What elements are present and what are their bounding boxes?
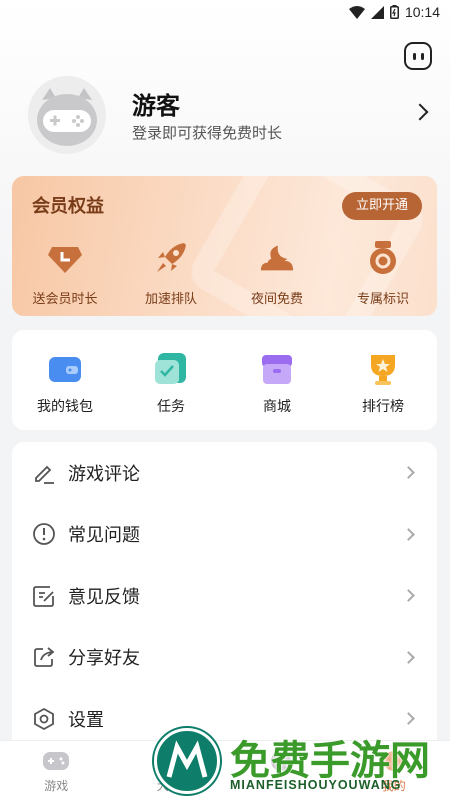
rocket-icon: [157, 243, 186, 272]
chevron-right-icon: [402, 712, 415, 725]
vip-item-label: 夜间免费: [250, 292, 303, 307]
gamepad-icon: [43, 752, 70, 770]
robot-avatar-icon: [37, 88, 97, 146]
battery-icon: [389, 5, 399, 19]
profile-name: 游客: [132, 92, 180, 120]
watermark-logo: [154, 728, 220, 794]
vip-item-speed-queue[interactable]: 加速排队: [118, 240, 224, 307]
medal-icon: [370, 241, 396, 274]
settings-menu: 游戏评论 常见问题 意见反馈 分享好友 设置: [12, 442, 437, 762]
status-time: 10:14: [404, 4, 440, 20]
menu-item-label: 意见反馈: [68, 586, 140, 608]
avatar[interactable]: [28, 76, 106, 154]
tool-label: 我的钱包: [37, 399, 93, 415]
vip-item-label: 送会员时长: [32, 292, 98, 307]
menu-item-game-review[interactable]: 游戏评论: [12, 442, 437, 504]
tool-label: 商城: [263, 399, 291, 415]
watermark: 免费手游网 MIANFEISHOUYOUWANG: [154, 728, 444, 800]
tool-label: 任务: [157, 399, 185, 415]
feedback-icon: [33, 585, 54, 607]
vip-item-label: 专属标识: [356, 292, 409, 307]
vip-open-button[interactable]: 立即开通: [342, 192, 422, 220]
tab-label: 游戏: [44, 779, 69, 793]
tool-leaderboard[interactable]: 排行榜: [330, 330, 436, 430]
watermark-subtext: MIANFEISHOUYOUWANG: [230, 778, 402, 792]
profile-subtitle: 登录即可获得免费时长: [132, 124, 283, 142]
chevron-right-icon[interactable]: [411, 103, 429, 121]
exclamation-icon: [33, 523, 55, 546]
share-icon: [34, 647, 55, 668]
menu-item-label: 游戏评论: [68, 463, 140, 485]
menu-item-label: 常见问题: [68, 525, 140, 547]
status-bar: 10:14: [0, 0, 450, 24]
menu-item-label: 设置: [68, 709, 104, 731]
chevron-right-icon: [402, 527, 415, 541]
vip-title: 会员权益: [32, 196, 104, 217]
tool-store[interactable]: 商城: [224, 330, 330, 430]
task-icon: [155, 353, 186, 384]
menu-item-share[interactable]: 分享好友: [12, 627, 437, 689]
clock-gift-icon: [48, 247, 82, 273]
trophy-icon: [371, 355, 395, 385]
vip-item-member-time[interactable]: 送会员时长: [12, 240, 118, 307]
pencil-icon: [35, 465, 54, 484]
menu-item-faq[interactable]: 常见问题: [12, 504, 437, 566]
store-icon: [262, 355, 292, 384]
wallet-icon: [49, 357, 81, 382]
message-icon[interactable]: [404, 42, 432, 70]
tool-task[interactable]: 任务: [118, 330, 224, 430]
vip-item-label: 加速排队: [144, 292, 197, 307]
vip-item-night-free[interactable]: 夜间免费: [224, 240, 330, 307]
vip-benefits-card: 会员权益 立即开通 送会员时长 加速排队 夜间免费 专属标识: [12, 176, 437, 316]
tool-label: 排行榜: [362, 399, 404, 415]
settings-icon: [34, 707, 54, 730]
chevron-right-icon: [402, 650, 415, 664]
menu-item-label: 分享好友: [68, 648, 140, 670]
vip-item-exclusive-badge[interactable]: 专属标识: [330, 240, 436, 307]
tab-games[interactable]: 游戏: [0, 741, 113, 800]
wifi-icon: [348, 5, 365, 19]
quick-tools-card: 我的钱包 任务 商城 排行榜: [12, 330, 437, 430]
signal-icon: [370, 5, 384, 19]
chevron-right-icon: [402, 466, 415, 479]
menu-item-feedback[interactable]: 意见反馈: [12, 565, 437, 627]
watermark-m-icon: [166, 740, 208, 778]
moon-cloud-icon: [260, 245, 294, 271]
chevron-right-icon: [402, 589, 415, 602]
profile-header[interactable]: 游客 登录即可获得免费时长: [28, 76, 429, 156]
tool-wallet[interactable]: 我的钱包: [12, 330, 118, 430]
